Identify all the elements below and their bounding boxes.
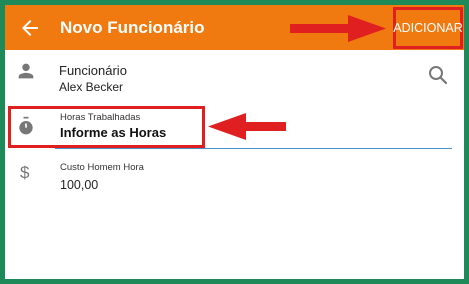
page-title: Novo Funcionário bbox=[60, 18, 205, 37]
person-icon bbox=[18, 63, 34, 79]
annotation-arrow-add bbox=[290, 15, 386, 42]
cost-value[interactable]: 100,00 bbox=[60, 178, 98, 192]
hours-input-underline bbox=[55, 148, 452, 149]
hours-input[interactable]: Informe as Horas bbox=[60, 125, 210, 140]
app-bar: Novo Funcionário ADICIONAR bbox=[5, 5, 464, 50]
arrow-left-icon[interactable] bbox=[18, 16, 42, 40]
employee-value[interactable]: Alex Becker bbox=[59, 80, 123, 94]
search-icon[interactable] bbox=[426, 63, 450, 87]
cost-label: Custo Homem Hora bbox=[60, 162, 144, 173]
add-button-label: ADICIONAR bbox=[393, 21, 463, 35]
employee-label: Funcionário bbox=[59, 63, 127, 78]
dollar-icon: $ bbox=[20, 163, 30, 182]
stopwatch-icon bbox=[19, 116, 33, 135]
annotation-arrow-hours bbox=[208, 113, 286, 140]
add-button[interactable]: ADICIONAR bbox=[393, 7, 463, 49]
hours-label: Horas Trabalhadas bbox=[60, 112, 141, 123]
